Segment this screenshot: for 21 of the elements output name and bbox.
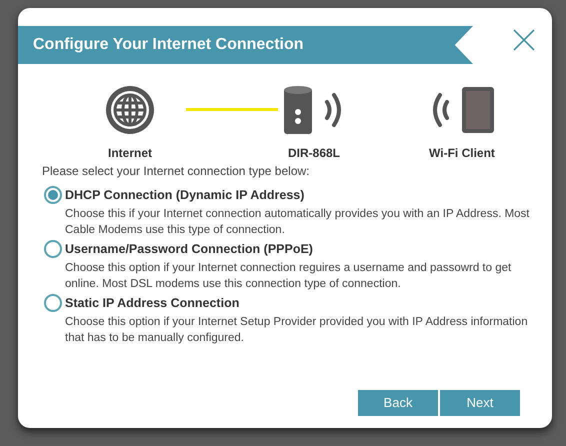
radio-button[interactable] — [44, 186, 62, 204]
option-description: Choose this if your Internet connection automatically provides you with an IP Address. Most Cable Modems use this type of connection. — [65, 207, 531, 238]
router-icon — [284, 86, 312, 134]
device-label: Internet — [108, 145, 152, 162]
radio-button[interactable] — [44, 240, 62, 258]
dialog-title: Configure Your Internet Connection — [33, 35, 304, 55]
globe-icon — [104, 84, 156, 136]
tablet-icon — [462, 87, 494, 133]
option-label[interactable]: Static IP Address Connection — [65, 294, 535, 312]
close-icon — [512, 28, 536, 52]
device-label: DIR-868L — [288, 145, 340, 162]
option-label[interactable]: Username/Password Connection (PPPoE) — [65, 240, 535, 258]
option-description: Choose this option if your Internet connection reguires a username and passowrd to get online. Most DSL modems use this connection type of connection. — [65, 261, 512, 292]
prompt-text: Please select your Internet connection type below: — [42, 163, 310, 180]
wireless-signal-icon — [430, 92, 450, 128]
option-description: Choose this option if your Internet Setup Provider provided you with IP Address information that has to be manually configured. — [65, 315, 529, 346]
device-label: Wi-Fi Client — [429, 145, 495, 162]
option-label[interactable]: DHCP Connection (Dynamic IP Address) — [65, 186, 535, 204]
radio-button[interactable] — [44, 294, 62, 312]
close-button[interactable] — [512, 28, 536, 52]
wireless-signal-icon — [324, 92, 344, 128]
